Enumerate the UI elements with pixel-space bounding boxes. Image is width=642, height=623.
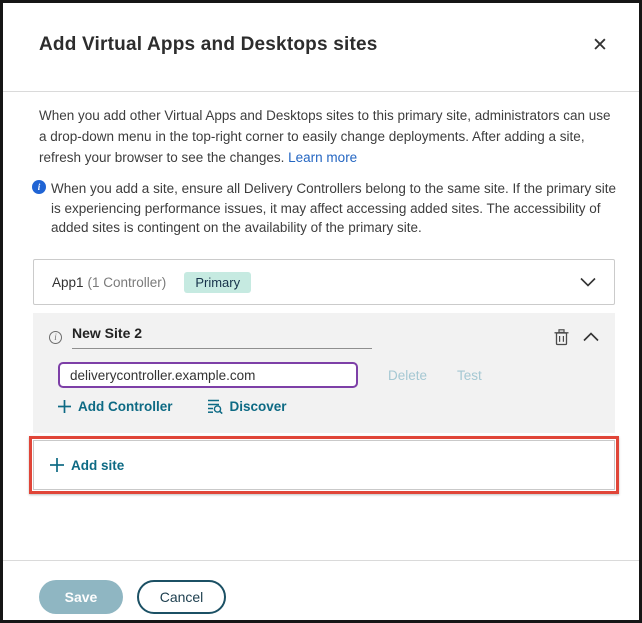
controller-row: Delete Test — [58, 362, 599, 388]
new-site-section: i New Site 2 Delete — [33, 313, 615, 433]
chevron-up-icon[interactable] — [583, 332, 599, 342]
add-controller-button[interactable]: Add Controller — [58, 399, 173, 414]
info-outline-icon: i — [49, 331, 62, 344]
add-site-label: Add site — [71, 458, 124, 473]
learn-more-link[interactable]: Learn more — [288, 150, 357, 165]
delete-site-trash-icon[interactable] — [554, 329, 569, 346]
header-divider — [3, 91, 639, 92]
discover-icon — [207, 399, 223, 414]
primary-badge: Primary — [184, 272, 251, 293]
add-sites-dialog: Add Virtual Apps and Desktops sites ✕ Wh… — [0, 0, 642, 623]
controller-address-input[interactable] — [58, 362, 358, 388]
new-site-actions: Add Controller Discover — [58, 399, 287, 414]
info-note-text: When you add a site, ensure all Delivery… — [51, 179, 617, 238]
primary-site-controller-count: (1 Controller) — [88, 275, 167, 290]
plus-icon — [58, 400, 71, 413]
delete-controller-link[interactable]: Delete — [388, 368, 427, 383]
info-filled-icon: i — [32, 180, 46, 194]
dialog-description: When you add other Virtual Apps and Desk… — [39, 105, 611, 168]
footer-divider — [3, 560, 639, 561]
add-controller-label: Add Controller — [78, 399, 173, 414]
discover-label: Discover — [230, 399, 287, 414]
primary-site-row[interactable]: App1 (1 Controller) Primary — [33, 259, 615, 305]
discover-button[interactable]: Discover — [207, 399, 287, 414]
test-controller-link[interactable]: Test — [457, 368, 482, 383]
save-button[interactable]: Save — [39, 580, 123, 614]
dialog-title: Add Virtual Apps and Desktops sites — [39, 34, 378, 56]
close-icon[interactable]: ✕ — [589, 35, 611, 57]
new-site-header: i New Site 2 — [33, 325, 615, 349]
chevron-down-icon[interactable] — [580, 277, 596, 287]
primary-site-name: App1 — [52, 275, 84, 290]
cancel-button[interactable]: Cancel — [137, 580, 226, 614]
add-site-button[interactable]: Add site — [33, 440, 615, 490]
site-name-field[interactable]: New Site 2 — [72, 325, 372, 349]
add-site-inner: Add site — [50, 458, 124, 473]
plus-icon — [50, 458, 64, 472]
info-note: i When you add a site, ensure all Delive… — [32, 179, 617, 238]
